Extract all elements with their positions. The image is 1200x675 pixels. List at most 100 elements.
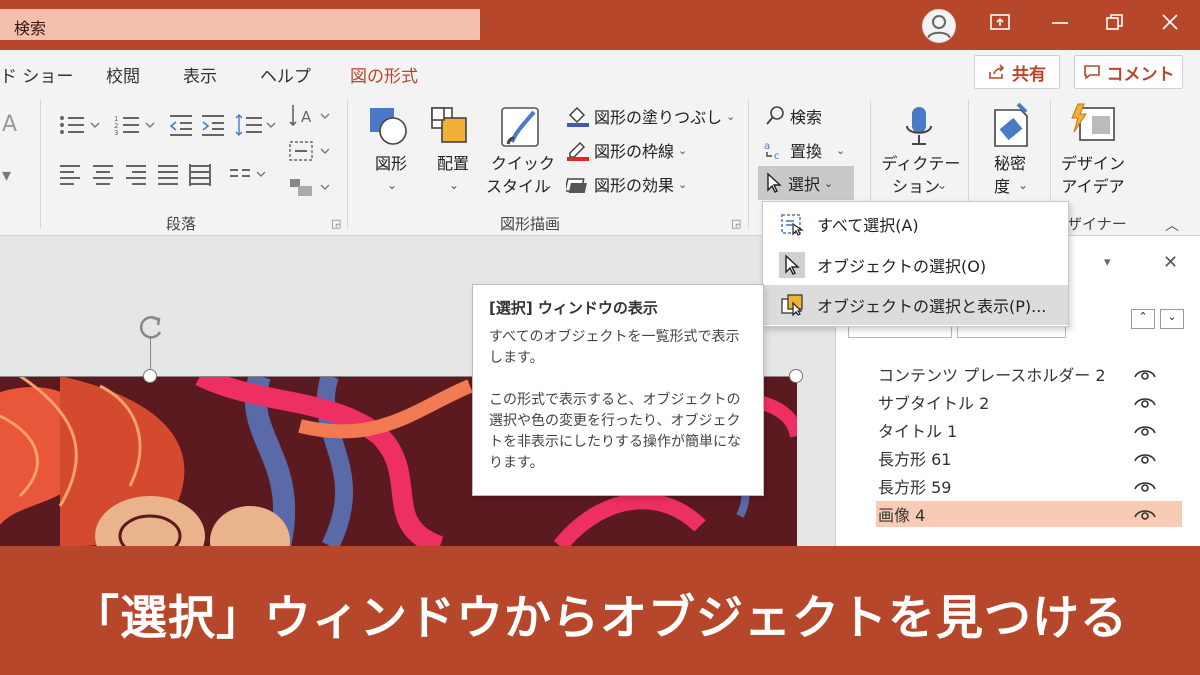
pane-item-name: コンテンツ プレースホルダー 2: [878, 366, 1106, 385]
chevron-down-icon: ⌄: [824, 176, 834, 190]
send-backward-icon[interactable]: ⌄: [1160, 309, 1184, 329]
select-objects-menu-item[interactable]: オブジェクトの選択(O): [763, 245, 1068, 285]
align-right-button[interactable]: [124, 162, 148, 190]
resize-handle[interactable]: [789, 369, 803, 383]
separator: [347, 100, 348, 228]
ribbon-display-icon[interactable]: [990, 13, 1010, 36]
text-direction-button[interactable]: A: [288, 103, 332, 133]
shapes-button[interactable]: [366, 104, 416, 152]
quick-style-button[interactable]: [496, 104, 556, 154]
comment-button[interactable]: コメント: [1074, 55, 1183, 89]
pane-list-item-selected[interactable]: 画像 4: [876, 501, 1182, 527]
rotate-handle-icon[interactable]: [136, 312, 166, 346]
shapes-label: 図形: [374, 154, 407, 173]
distributed-button[interactable]: [188, 162, 212, 190]
sensitivity-button[interactable]: [990, 102, 1032, 152]
justify-button[interactable]: [156, 162, 180, 190]
search-icon: [766, 106, 784, 125]
align-left-button[interactable]: [58, 162, 82, 190]
pane-options-icon[interactable]: ▾: [1104, 255, 1111, 270]
close-icon[interactable]: [1160, 13, 1180, 36]
pencil-icon: [567, 141, 589, 161]
arrange-button[interactable]: [428, 104, 478, 152]
replace-button[interactable]: ac 置換 ⌄: [764, 138, 845, 162]
pane-item-name: 長方形 59: [878, 478, 952, 497]
separator: [748, 100, 749, 228]
select-all-label: すべて選択(A): [817, 216, 919, 235]
chevron-down-icon: ⌄: [387, 178, 398, 192]
svg-text:A: A: [301, 108, 312, 126]
chevron-down-icon: ⌄: [678, 177, 688, 191]
selection-pane-icon: [779, 292, 805, 318]
chevron-down-icon: ⌄: [836, 143, 846, 157]
share-icon: [989, 64, 1005, 79]
shape-outline-button[interactable]: 図形の枠線 ⌄: [566, 138, 687, 162]
align-center-button[interactable]: [91, 162, 115, 190]
pane-list-item[interactable]: コンテンツ プレースホルダー 2: [876, 361, 1182, 387]
dictate-button[interactable]: [900, 104, 940, 152]
visibility-eye-icon[interactable]: [1134, 423, 1156, 437]
numbering-button[interactable]: 123: [113, 112, 157, 142]
design-ideas-label-2: アイデア: [1061, 177, 1125, 196]
chevron-down-icon: ⌄: [449, 178, 460, 192]
visibility-eye-icon[interactable]: [1134, 367, 1156, 381]
smartart-convert-button[interactable]: [288, 174, 332, 204]
comment-icon: [1083, 65, 1100, 80]
comment-label: コメント: [1106, 64, 1175, 85]
tooltip-title: [選択] ウィンドウの表示: [489, 299, 658, 317]
shape-fill-button[interactable]: 図形の塗りつぶし ⌄: [566, 104, 735, 128]
line-spacing-button[interactable]: [234, 112, 278, 142]
decrease-indent-button[interactable]: [168, 112, 194, 142]
pane-item-name: サブタイトル 2: [878, 394, 990, 413]
visibility-eye-icon[interactable]: [1134, 479, 1156, 493]
tooltip-paragraph-2: この形式で表示すると、オブジェクトの選択や色の変更を行ったり、オブジェクトを非表…: [489, 392, 741, 471]
pane-list-item[interactable]: タイトル 1: [876, 417, 1182, 443]
selection-pane-menu-item[interactable]: オブジェクトの選択と表示(P)...: [763, 285, 1068, 325]
tab-help[interactable]: ヘルプ: [260, 62, 311, 87]
arrange-label: 配置: [436, 154, 469, 173]
drawing-launcher-icon[interactable]: ◲: [731, 217, 741, 230]
visibility-eye-icon[interactable]: [1134, 507, 1156, 521]
user-avatar-icon[interactable]: [922, 9, 956, 43]
increase-indent-button[interactable]: [200, 112, 226, 142]
select-button[interactable]: 選択 ⌄: [758, 166, 854, 200]
pane-list-item[interactable]: 長方形 59: [876, 473, 1182, 499]
clear-format-icon[interactable]: A: [2, 112, 17, 137]
bullets-button[interactable]: [58, 112, 102, 142]
pane-close-icon[interactable]: ✕: [1163, 252, 1178, 273]
columns-button[interactable]: [228, 162, 272, 190]
resize-handle[interactable]: [143, 369, 157, 383]
visibility-eye-icon[interactable]: [1134, 451, 1156, 465]
align-text-button[interactable]: [288, 138, 332, 168]
caption-text: 「選択」ウィンドウからオブジェクトを見つける: [72, 591, 1128, 646]
search-box[interactable]: 検索: [0, 9, 480, 40]
pane-list-item[interactable]: サブタイトル 2: [876, 389, 1182, 415]
design-ideas-button[interactable]: [1070, 102, 1118, 152]
arrange-icon: [431, 107, 467, 143]
font-dropdown-icon[interactable]: ▾: [2, 165, 11, 186]
share-button[interactable]: 共有: [974, 55, 1060, 89]
restore-icon[interactable]: [1105, 13, 1125, 36]
select-all-menu-item[interactable]: すべて選択(A): [763, 204, 1068, 244]
tooltip-body: すべてのオブジェクトを一覧形式で表示します。 この形式で表示すると、オブジェクト…: [489, 327, 751, 474]
selection-pane-label: オブジェクトの選択と表示(P)...: [817, 297, 1047, 316]
bring-forward-icon[interactable]: ⌃: [1131, 309, 1155, 329]
paragraph-launcher-icon[interactable]: ◲: [331, 217, 341, 230]
tab-picture-format[interactable]: 図の形式: [350, 62, 418, 87]
sensitivity-icon: [994, 102, 1028, 147]
tab-slideshow[interactable]: ド ショー: [0, 62, 73, 87]
tooltip: [選択] ウィンドウの表示 すべてのオブジェクトを一覧形式で表示します。 この形…: [472, 284, 764, 496]
visibility-eye-icon[interactable]: [1134, 395, 1156, 409]
chevron-down-icon: ⌄: [726, 109, 736, 123]
find-button[interactable]: 検索: [764, 104, 822, 128]
tab-view[interactable]: 表示: [183, 62, 217, 87]
collapse-ribbon-icon[interactable]: ︿: [1165, 215, 1179, 235]
pane-list-item[interactable]: 長方形 61: [876, 445, 1182, 471]
shape-effects-button[interactable]: 図形の効果 ⌄: [566, 172, 687, 196]
replace-label: 置換: [790, 142, 823, 161]
minimize-icon[interactable]: [1050, 13, 1070, 36]
tab-review[interactable]: 校閲: [106, 62, 140, 87]
drawing-group-label: 図形描画: [500, 215, 561, 233]
paragraph-group-label: 段落: [166, 215, 197, 233]
chevron-down-icon: ⌄: [937, 178, 948, 192]
